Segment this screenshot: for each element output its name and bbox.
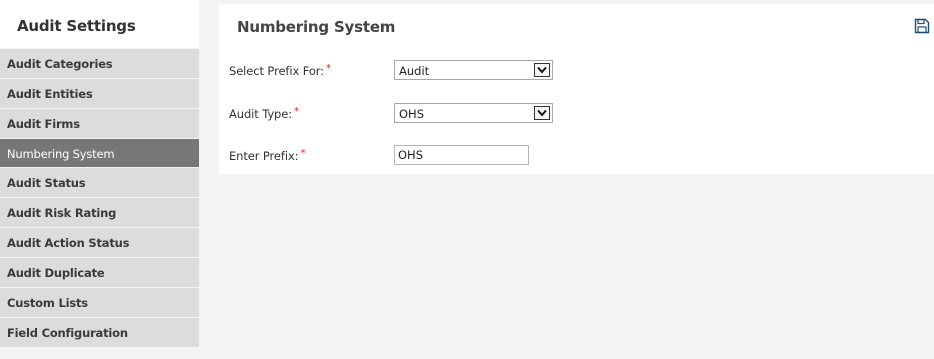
chevron-down-icon[interactable]: [534, 106, 550, 120]
prefix-for-label: Select Prefix For: *: [229, 63, 331, 78]
prefix-for-select-value: Audit: [399, 64, 430, 78]
required-marker: *: [294, 106, 299, 117]
required-marker: *: [300, 148, 306, 159]
sidebar-item-audit-risk-rating[interactable]: Audit Risk Rating: [0, 198, 199, 227]
enter-prefix-label: Enter Prefix: *: [229, 148, 306, 163]
sidebar-item-field-configuration[interactable]: Field Configuration: [0, 318, 199, 347]
sidebar-title: Audit Settings: [0, 0, 199, 48]
prefix-input[interactable]: [394, 145, 529, 165]
sidebar-item-custom-lists[interactable]: Custom Lists: [0, 288, 199, 317]
enter-prefix-label-text: Enter Prefix:: [229, 149, 299, 163]
prefix-for-select[interactable]: Audit: [394, 60, 553, 80]
sidebar-list: Audit Categories Audit Entities Audit Fi…: [0, 49, 199, 347]
sidebar: Audit Settings Audit Categories Audit En…: [0, 0, 199, 359]
audit-type-label: Audit Type: *: [229, 106, 299, 121]
sidebar-item-audit-categories[interactable]: Audit Categories: [0, 49, 199, 78]
sidebar-item-audit-entities[interactable]: Audit Entities: [0, 79, 199, 108]
audit-type-select-value: OHS: [399, 107, 424, 121]
sidebar-item-audit-action-status[interactable]: Audit Action Status: [0, 228, 199, 257]
sidebar-item-audit-status[interactable]: Audit Status: [0, 168, 199, 197]
chevron-down-icon[interactable]: [534, 63, 550, 77]
sidebar-item-audit-duplicate[interactable]: Audit Duplicate: [0, 258, 199, 287]
audit-type-label-text: Audit Type:: [229, 107, 293, 121]
save-icon[interactable]: [914, 18, 930, 34]
page-title: Numbering System: [237, 18, 396, 36]
required-marker: *: [325, 63, 331, 74]
sidebar-item-audit-firms[interactable]: Audit Firms: [0, 109, 199, 138]
audit-type-select[interactable]: OHS: [394, 103, 553, 123]
prefix-for-label-text: Select Prefix For:: [229, 64, 324, 78]
numbering-system-panel: Numbering System Select Prefix For: * Aud…: [219, 4, 934, 174]
sidebar-item-numbering-system[interactable]: Numbering System: [0, 139, 199, 167]
